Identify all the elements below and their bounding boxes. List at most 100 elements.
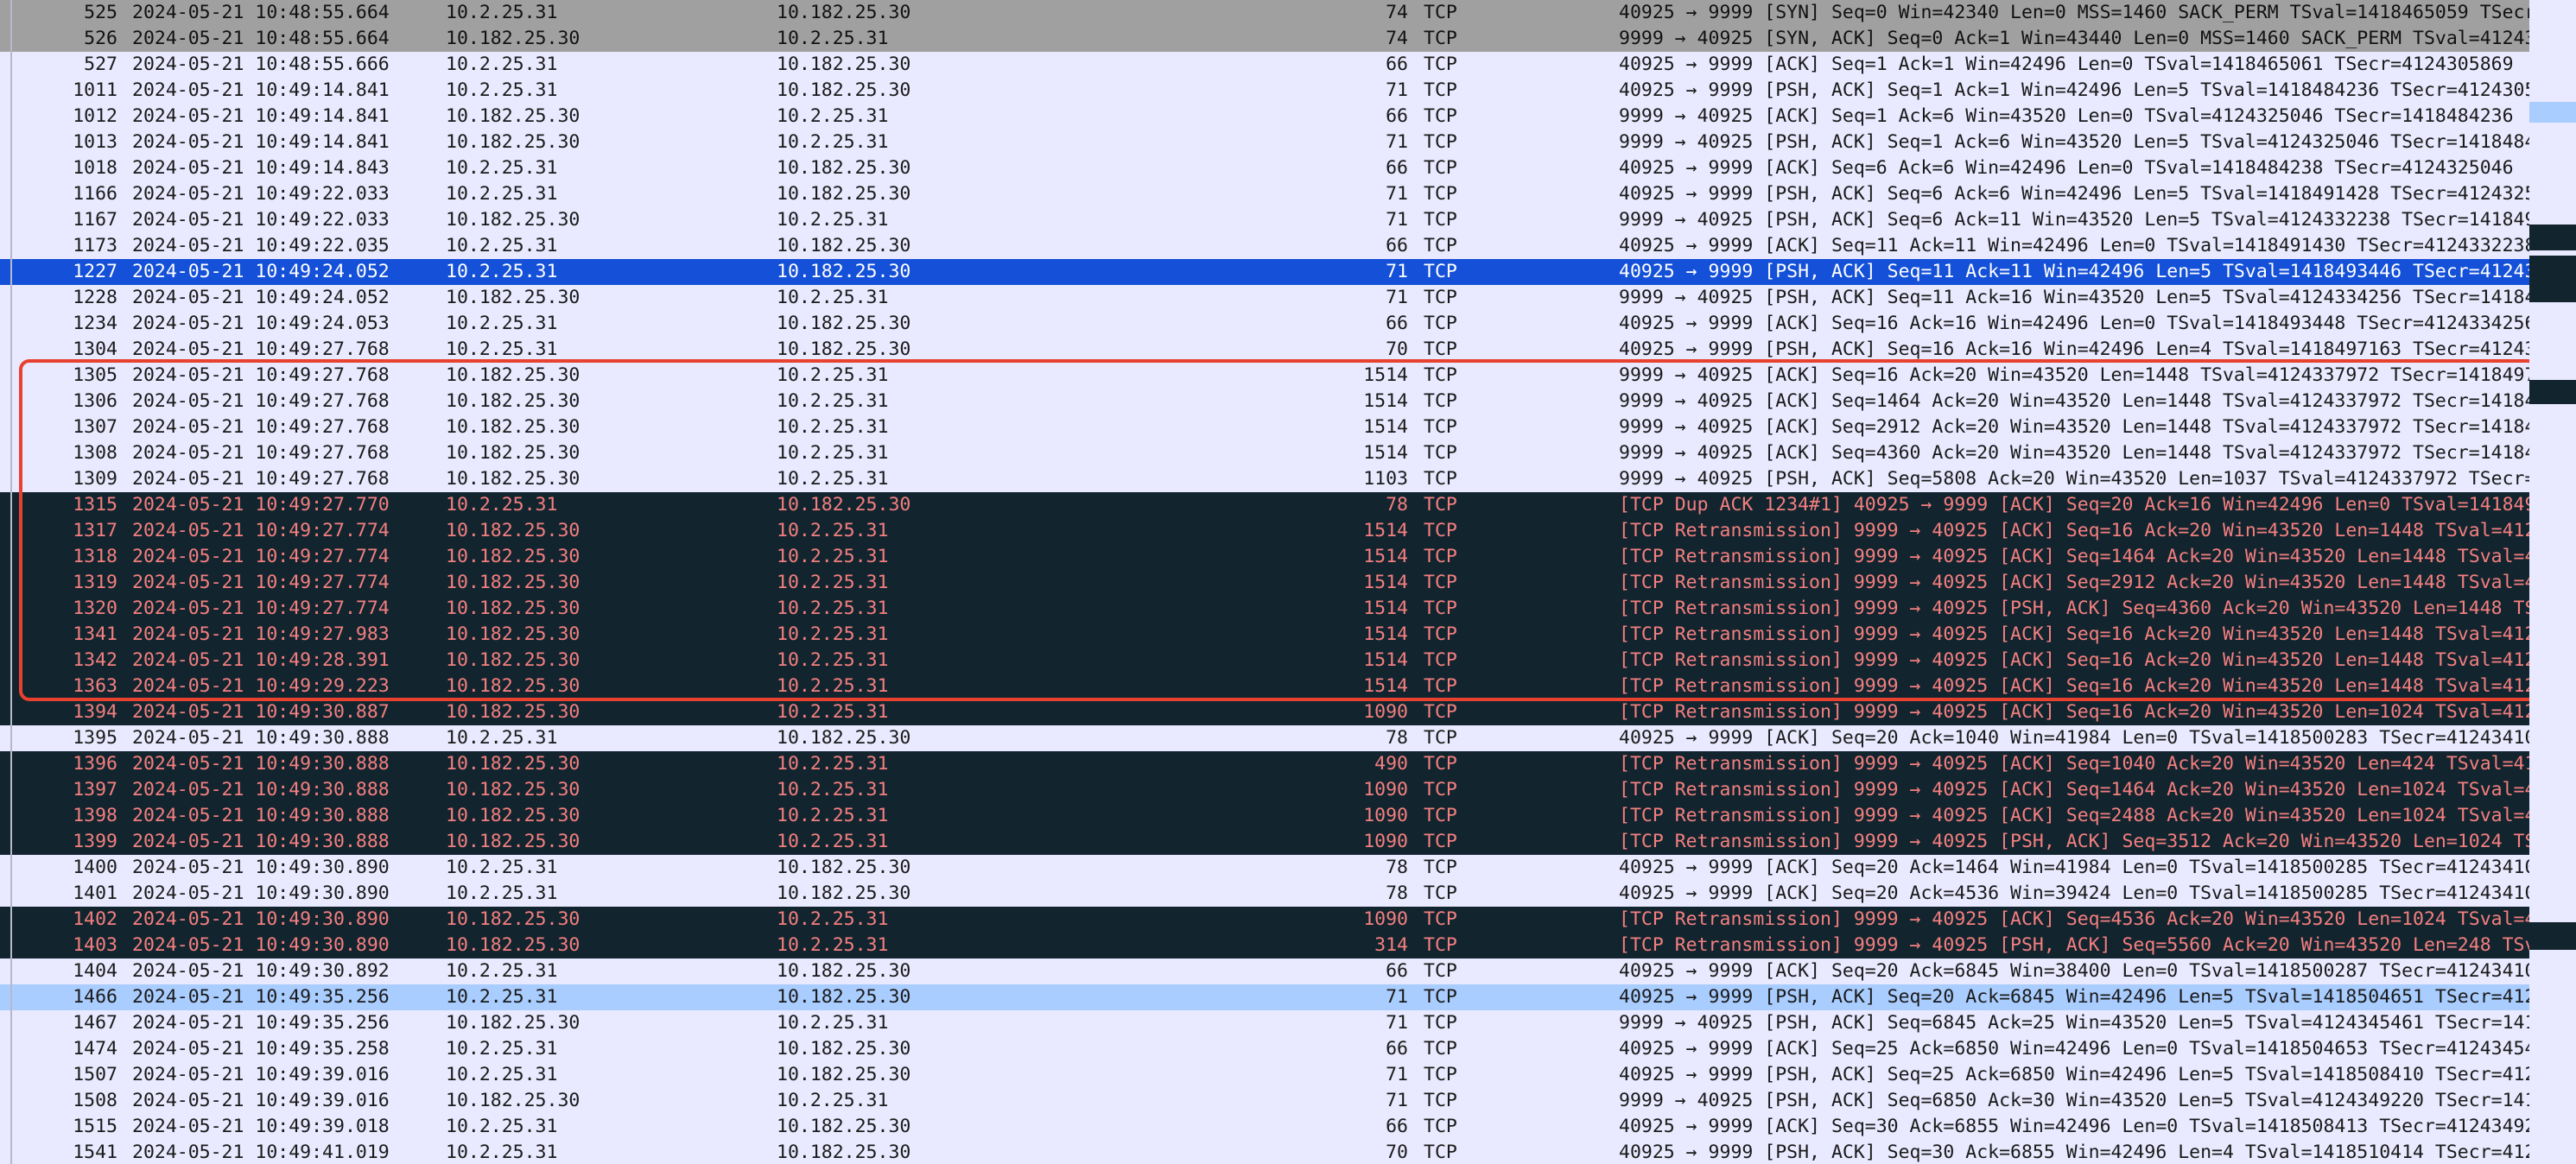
packet-source: 10.182.25.30 xyxy=(446,416,581,438)
packet-row[interactable]: 1307 2024-05-21 10:49:27.768 10.182.25.30 1… xyxy=(0,414,2529,440)
packet-row[interactable]: 1315 2024-05-21 10:49:27.770 10.2.25.31 10.… xyxy=(0,492,2529,518)
packet-number: 1167 xyxy=(73,209,117,231)
packet-length: 71 xyxy=(1386,209,1408,231)
packet-protocol: TCP xyxy=(1424,1064,1457,1085)
packet-time: 2024-05-21 10:49:27.768 xyxy=(132,338,390,360)
packet-row[interactable]: 1400 2024-05-21 10:49:30.890 10.2.25.31 10.… xyxy=(0,855,2529,881)
packet-destination: 10.182.25.30 xyxy=(777,54,911,75)
packet-protocol: TCP xyxy=(1424,1038,1457,1060)
minimap-mark xyxy=(2529,225,2576,250)
packet-info: 40925 → 9999 [PSH, ACK] Seq=11 Ack=11 Wi… xyxy=(1619,261,2529,282)
scrollbar-minimap[interactable] xyxy=(2529,0,2576,1164)
packet-row[interactable]: 1399 2024-05-21 10:49:30.888 10.182.25.30 1… xyxy=(0,829,2529,855)
packet-row[interactable]: 1541 2024-05-21 10:49:41.019 10.2.25.31 10.… xyxy=(0,1140,2529,1164)
packet-number: 1467 xyxy=(73,1012,117,1034)
packet-row[interactable]: 1396 2024-05-21 10:49:30.888 10.182.25.30 1… xyxy=(0,751,2529,777)
packet-protocol: TCP xyxy=(1424,779,1457,800)
packet-row[interactable]: 1305 2024-05-21 10:49:27.768 10.182.25.30 1… xyxy=(0,363,2529,389)
packet-row[interactable]: 1397 2024-05-21 10:49:30.888 10.182.25.30 1… xyxy=(0,777,2529,803)
packet-protocol: TCP xyxy=(1424,28,1457,49)
packet-row[interactable]: 1507 2024-05-21 10:49:39.016 10.2.25.31 10.… xyxy=(0,1062,2529,1088)
packet-row[interactable]: 1011 2024-05-21 10:49:14.841 10.2.25.31 10.… xyxy=(0,78,2529,104)
packet-row[interactable]: 1394 2024-05-21 10:49:30.887 10.182.25.30 1… xyxy=(0,699,2529,725)
packet-time: 2024-05-21 10:49:14.841 xyxy=(132,131,390,153)
packet-row[interactable]: 1401 2024-05-21 10:49:30.890 10.2.25.31 10.… xyxy=(0,881,2529,907)
packet-protocol: TCP xyxy=(1424,313,1457,334)
packet-number: 1401 xyxy=(73,882,117,904)
packet-source: 10.2.25.31 xyxy=(446,1038,558,1060)
packet-row[interactable]: 1342 2024-05-21 10:49:28.391 10.182.25.30 1… xyxy=(0,648,2529,674)
packet-destination: 10.2.25.31 xyxy=(777,520,889,541)
packet-row[interactable]: 1318 2024-05-21 10:49:27.774 10.182.25.30 1… xyxy=(0,544,2529,570)
packet-destination: 10.2.25.31 xyxy=(777,753,889,775)
minimap-mark xyxy=(2529,0,2576,52)
packet-number: 1309 xyxy=(73,468,117,490)
packet-row[interactable]: 1166 2024-05-21 10:49:22.033 10.2.25.31 10.… xyxy=(0,181,2529,207)
packet-row[interactable]: 1467 2024-05-21 10:49:35.256 10.182.25.30 1… xyxy=(0,1010,2529,1036)
packet-row[interactable]: 1228 2024-05-21 10:49:24.052 10.182.25.30 1… xyxy=(0,285,2529,311)
packet-row[interactable]: 525 2024-05-21 10:48:55.664 10.2.25.31 10.1… xyxy=(0,0,2529,26)
packet-destination: 10.2.25.31 xyxy=(777,364,889,386)
packet-row[interactable]: 1341 2024-05-21 10:49:27.983 10.182.25.30 1… xyxy=(0,622,2529,648)
packet-row[interactable]: 1173 2024-05-21 10:49:22.035 10.2.25.31 10.… xyxy=(0,233,2529,259)
packet-source: 10.2.25.31 xyxy=(446,857,558,878)
packet-number: 1320 xyxy=(73,598,117,619)
packet-destination: 10.2.25.31 xyxy=(777,468,889,490)
packet-time: 2024-05-21 10:49:24.052 xyxy=(132,261,390,282)
packet-destination: 10.2.25.31 xyxy=(777,1012,889,1034)
packet-protocol: TCP xyxy=(1424,338,1457,360)
packet-row[interactable]: 1395 2024-05-21 10:49:30.888 10.2.25.31 10.… xyxy=(0,725,2529,751)
packet-row[interactable]: 1363 2024-05-21 10:49:29.223 10.182.25.30 1… xyxy=(0,674,2529,699)
packet-row[interactable]: 1320 2024-05-21 10:49:27.774 10.182.25.30 1… xyxy=(0,596,2529,622)
packet-time: 2024-05-21 10:49:27.768 xyxy=(132,416,390,438)
packet-row[interactable]: 1306 2024-05-21 10:49:27.768 10.182.25.30 1… xyxy=(0,389,2529,414)
packet-row[interactable]: 527 2024-05-21 10:48:55.666 10.2.25.31 10.1… xyxy=(0,52,2529,78)
packet-info: [TCP Retransmission] 9999 → 40925 [ACK] … xyxy=(1619,546,2529,567)
packet-info: 40925 → 9999 [ACK] Seq=6 Ack=6 Win=42496… xyxy=(1619,157,2514,179)
packet-time: 2024-05-21 10:49:22.035 xyxy=(132,235,390,256)
packet-row[interactable]: 1317 2024-05-21 10:49:27.774 10.182.25.30 1… xyxy=(0,518,2529,544)
packet-time: 2024-05-21 10:49:27.774 xyxy=(132,520,390,541)
packet-protocol: TCP xyxy=(1424,468,1457,490)
packet-row[interactable]: 1018 2024-05-21 10:49:14.843 10.2.25.31 10.… xyxy=(0,155,2529,181)
packet-row[interactable]: 1309 2024-05-21 10:49:27.768 10.182.25.30 1… xyxy=(0,466,2529,492)
packet-row[interactable]: 1515 2024-05-21 10:49:39.018 10.2.25.31 10.… xyxy=(0,1114,2529,1140)
packet-row[interactable]: 1398 2024-05-21 10:49:30.888 10.182.25.30 1… xyxy=(0,803,2529,829)
packet-destination: 10.182.25.30 xyxy=(777,183,911,205)
packet-number: 525 xyxy=(84,2,117,23)
packet-length: 74 xyxy=(1386,28,1408,49)
packet-row[interactable]: 1167 2024-05-21 10:49:22.033 10.182.25.30 1… xyxy=(0,207,2529,233)
packet-row[interactable]: 1227 2024-05-21 10:49:24.052 10.2.25.31 10.… xyxy=(0,259,2529,285)
packet-protocol: TCP xyxy=(1424,157,1457,179)
packet-source: 10.2.25.31 xyxy=(446,261,558,282)
packet-row[interactable]: 1404 2024-05-21 10:49:30.892 10.2.25.31 10.… xyxy=(0,958,2529,984)
packet-number: 1306 xyxy=(73,390,117,412)
packet-time: 2024-05-21 10:49:27.768 xyxy=(132,442,390,464)
packet-destination: 10.182.25.30 xyxy=(777,494,911,516)
packet-row[interactable]: 1013 2024-05-21 10:49:14.841 10.182.25.30 1… xyxy=(0,130,2529,155)
packet-row[interactable]: 1308 2024-05-21 10:49:27.768 10.182.25.30 1… xyxy=(0,440,2529,466)
packet-row[interactable]: 1403 2024-05-21 10:49:30.890 10.182.25.30 1… xyxy=(0,933,2529,958)
packet-destination: 10.2.25.31 xyxy=(777,701,889,723)
packet-row[interactable]: 1474 2024-05-21 10:49:35.258 10.2.25.31 10.… xyxy=(0,1036,2529,1062)
packet-row[interactable]: 1466 2024-05-21 10:49:35.256 10.2.25.31 10.… xyxy=(0,984,2529,1010)
minimap-mark xyxy=(2529,102,2576,123)
packet-info: 40925 → 9999 [SYN] Seq=0 Win=42340 Len=0… xyxy=(1619,2,2529,23)
packet-number: 1342 xyxy=(73,649,117,671)
packet-info: [TCP Retransmission] 9999 → 40925 [ACK] … xyxy=(1619,805,2529,826)
packet-row[interactable]: 1319 2024-05-21 10:49:27.774 10.182.25.30 1… xyxy=(0,570,2529,596)
packet-info: [TCP Retransmission] 9999 → 40925 [PSH, … xyxy=(1619,598,2529,619)
packet-row[interactable]: 1508 2024-05-21 10:49:39.016 10.182.25.30 1… xyxy=(0,1088,2529,1114)
packet-time: 2024-05-21 10:49:27.774 xyxy=(132,598,390,619)
packet-number: 1018 xyxy=(73,157,117,179)
packet-info: 9999 → 40925 [SYN, ACK] Seq=0 Ack=1 Win=… xyxy=(1619,28,2529,49)
packet-row[interactable]: 1234 2024-05-21 10:49:24.053 10.2.25.31 10.… xyxy=(0,311,2529,337)
packet-row[interactable]: 1402 2024-05-21 10:49:30.890 10.182.25.30 1… xyxy=(0,907,2529,933)
packet-row[interactable]: 526 2024-05-21 10:48:55.664 10.182.25.30 10… xyxy=(0,26,2529,52)
packet-destination: 10.2.25.31 xyxy=(777,209,889,231)
packet-row[interactable]: 1012 2024-05-21 10:49:14.841 10.182.25.30 1… xyxy=(0,104,2529,130)
packet-destination: 10.2.25.31 xyxy=(777,28,889,49)
packet-source: 10.182.25.30 xyxy=(446,649,581,671)
packet-source: 10.2.25.31 xyxy=(446,960,558,982)
packet-row[interactable]: 1304 2024-05-21 10:49:27.768 10.2.25.31 10.… xyxy=(0,337,2529,363)
